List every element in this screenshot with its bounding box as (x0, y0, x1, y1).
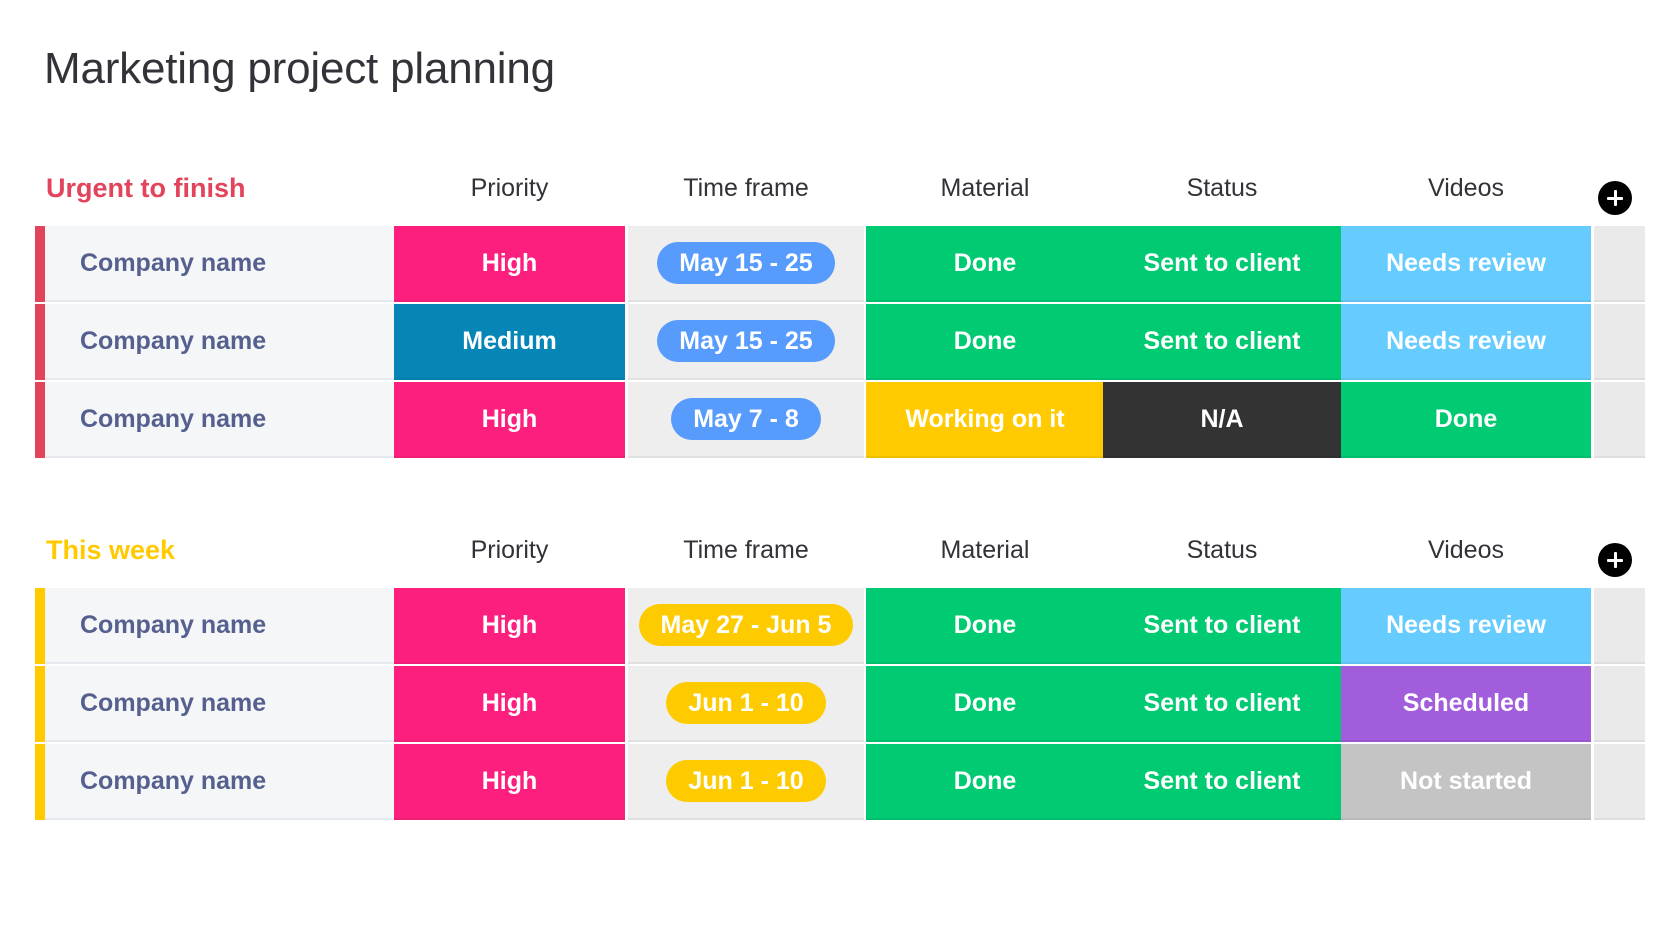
row-accent-bar (35, 588, 45, 664)
page-title: Marketing project planning (44, 44, 555, 94)
time-frame-pill: May 27 - Jun 5 (639, 604, 854, 646)
add-column-icon[interactable] (1598, 181, 1632, 215)
cell-empty-trailing[interactable] (1594, 588, 1645, 664)
add-column-icon[interactable] (1598, 543, 1632, 577)
cell-status[interactable]: Sent to client (1103, 744, 1341, 820)
row-accent-bar (35, 666, 45, 742)
cell-material[interactable]: Done (866, 588, 1104, 664)
column-header-status[interactable]: Status (1103, 168, 1341, 208)
row-accent-bar (35, 226, 45, 302)
cell-company-name[interactable]: Company name (45, 744, 394, 820)
cell-empty-trailing[interactable] (1594, 304, 1645, 380)
table-row: Company name Medium May 15 - 25 Done Sen… (0, 304, 1676, 380)
table-row: Company name High May 27 - Jun 5 Done Se… (0, 588, 1676, 664)
cell-material[interactable]: Done (866, 666, 1104, 742)
column-header-material[interactable]: Material (866, 530, 1104, 570)
cell-time-frame[interactable]: May 7 - 8 (628, 382, 864, 458)
group-rows: Company name High May 15 - 25 Done Sent … (0, 226, 1676, 458)
cell-material[interactable]: Done (866, 304, 1104, 380)
cell-time-frame[interactable]: Jun 1 - 10 (628, 666, 864, 742)
cell-status[interactable]: Sent to client (1103, 304, 1341, 380)
cell-status[interactable]: Sent to client (1103, 588, 1341, 664)
time-frame-pill: May 15 - 25 (657, 242, 834, 284)
time-frame-pill: May 15 - 25 (657, 320, 834, 362)
table-row: Company name High Jun 1 - 10 Done Sent t… (0, 744, 1676, 820)
column-header-time-frame[interactable]: Time frame (628, 168, 864, 208)
cell-videos[interactable]: Needs review (1341, 304, 1591, 380)
cell-empty-trailing[interactable] (1594, 666, 1645, 742)
column-header-priority[interactable]: Priority (394, 530, 625, 570)
cell-time-frame[interactable]: May 27 - Jun 5 (628, 588, 864, 664)
cell-status[interactable]: N/A (1103, 382, 1341, 458)
cell-videos[interactable]: Done (1341, 382, 1591, 458)
time-frame-pill: Jun 1 - 10 (666, 760, 825, 802)
cell-videos[interactable]: Not started (1341, 744, 1591, 820)
column-header-priority[interactable]: Priority (394, 168, 625, 208)
group-header: This week Priority Time frame Material S… (0, 530, 1676, 588)
row-accent-bar (35, 304, 45, 380)
row-accent-bar (35, 382, 45, 458)
group-title-urgent-to-finish[interactable]: Urgent to finish (46, 168, 245, 208)
cell-empty-trailing[interactable] (1594, 744, 1645, 820)
cell-material[interactable]: Done (866, 226, 1104, 302)
cell-priority[interactable]: Medium (394, 304, 625, 380)
cell-priority[interactable]: High (394, 744, 625, 820)
column-header-videos[interactable]: Videos (1341, 530, 1591, 570)
column-header-status[interactable]: Status (1103, 530, 1341, 570)
group-title-this-week[interactable]: This week (46, 530, 175, 570)
time-frame-pill: May 7 - 8 (671, 398, 821, 440)
column-header-videos[interactable]: Videos (1341, 168, 1591, 208)
cell-time-frame[interactable]: Jun 1 - 10 (628, 744, 864, 820)
time-frame-pill: Jun 1 - 10 (666, 682, 825, 724)
cell-priority[interactable]: High (394, 382, 625, 458)
table-row: Company name High May 7 - 8 Working on i… (0, 382, 1676, 458)
cell-priority[interactable]: High (394, 666, 625, 742)
cell-material[interactable]: Done (866, 744, 1104, 820)
cell-videos[interactable]: Needs review (1341, 226, 1591, 302)
cell-company-name[interactable]: Company name (45, 304, 394, 380)
board-group-this-week: This week Priority Time frame Material S… (0, 530, 1676, 822)
table-row: Company name High Jun 1 - 10 Done Sent t… (0, 666, 1676, 742)
cell-company-name[interactable]: Company name (45, 226, 394, 302)
cell-empty-trailing[interactable] (1594, 382, 1645, 458)
board-page: Marketing project planning Urgent to fin… (0, 0, 1676, 926)
cell-priority[interactable]: High (394, 588, 625, 664)
cell-material[interactable]: Working on it (866, 382, 1104, 458)
column-header-time-frame[interactable]: Time frame (628, 530, 864, 570)
table-row: Company name High May 15 - 25 Done Sent … (0, 226, 1676, 302)
cell-company-name[interactable]: Company name (45, 666, 394, 742)
cell-time-frame[interactable]: May 15 - 25 (628, 226, 864, 302)
group-header: Urgent to finish Priority Time frame Mat… (0, 168, 1676, 226)
row-accent-bar (35, 744, 45, 820)
cell-empty-trailing[interactable] (1594, 226, 1645, 302)
cell-company-name[interactable]: Company name (45, 382, 394, 458)
column-header-material[interactable]: Material (866, 168, 1104, 208)
cell-status[interactable]: Sent to client (1103, 666, 1341, 742)
board-group-urgent-to-finish: Urgent to finish Priority Time frame Mat… (0, 168, 1676, 460)
group-rows: Company name High May 27 - Jun 5 Done Se… (0, 588, 1676, 820)
cell-company-name[interactable]: Company name (45, 588, 394, 664)
cell-videos[interactable]: Needs review (1341, 588, 1591, 664)
cell-priority[interactable]: High (394, 226, 625, 302)
cell-time-frame[interactable]: May 15 - 25 (628, 304, 864, 380)
cell-status[interactable]: Sent to client (1103, 226, 1341, 302)
cell-videos[interactable]: Scheduled (1341, 666, 1591, 742)
